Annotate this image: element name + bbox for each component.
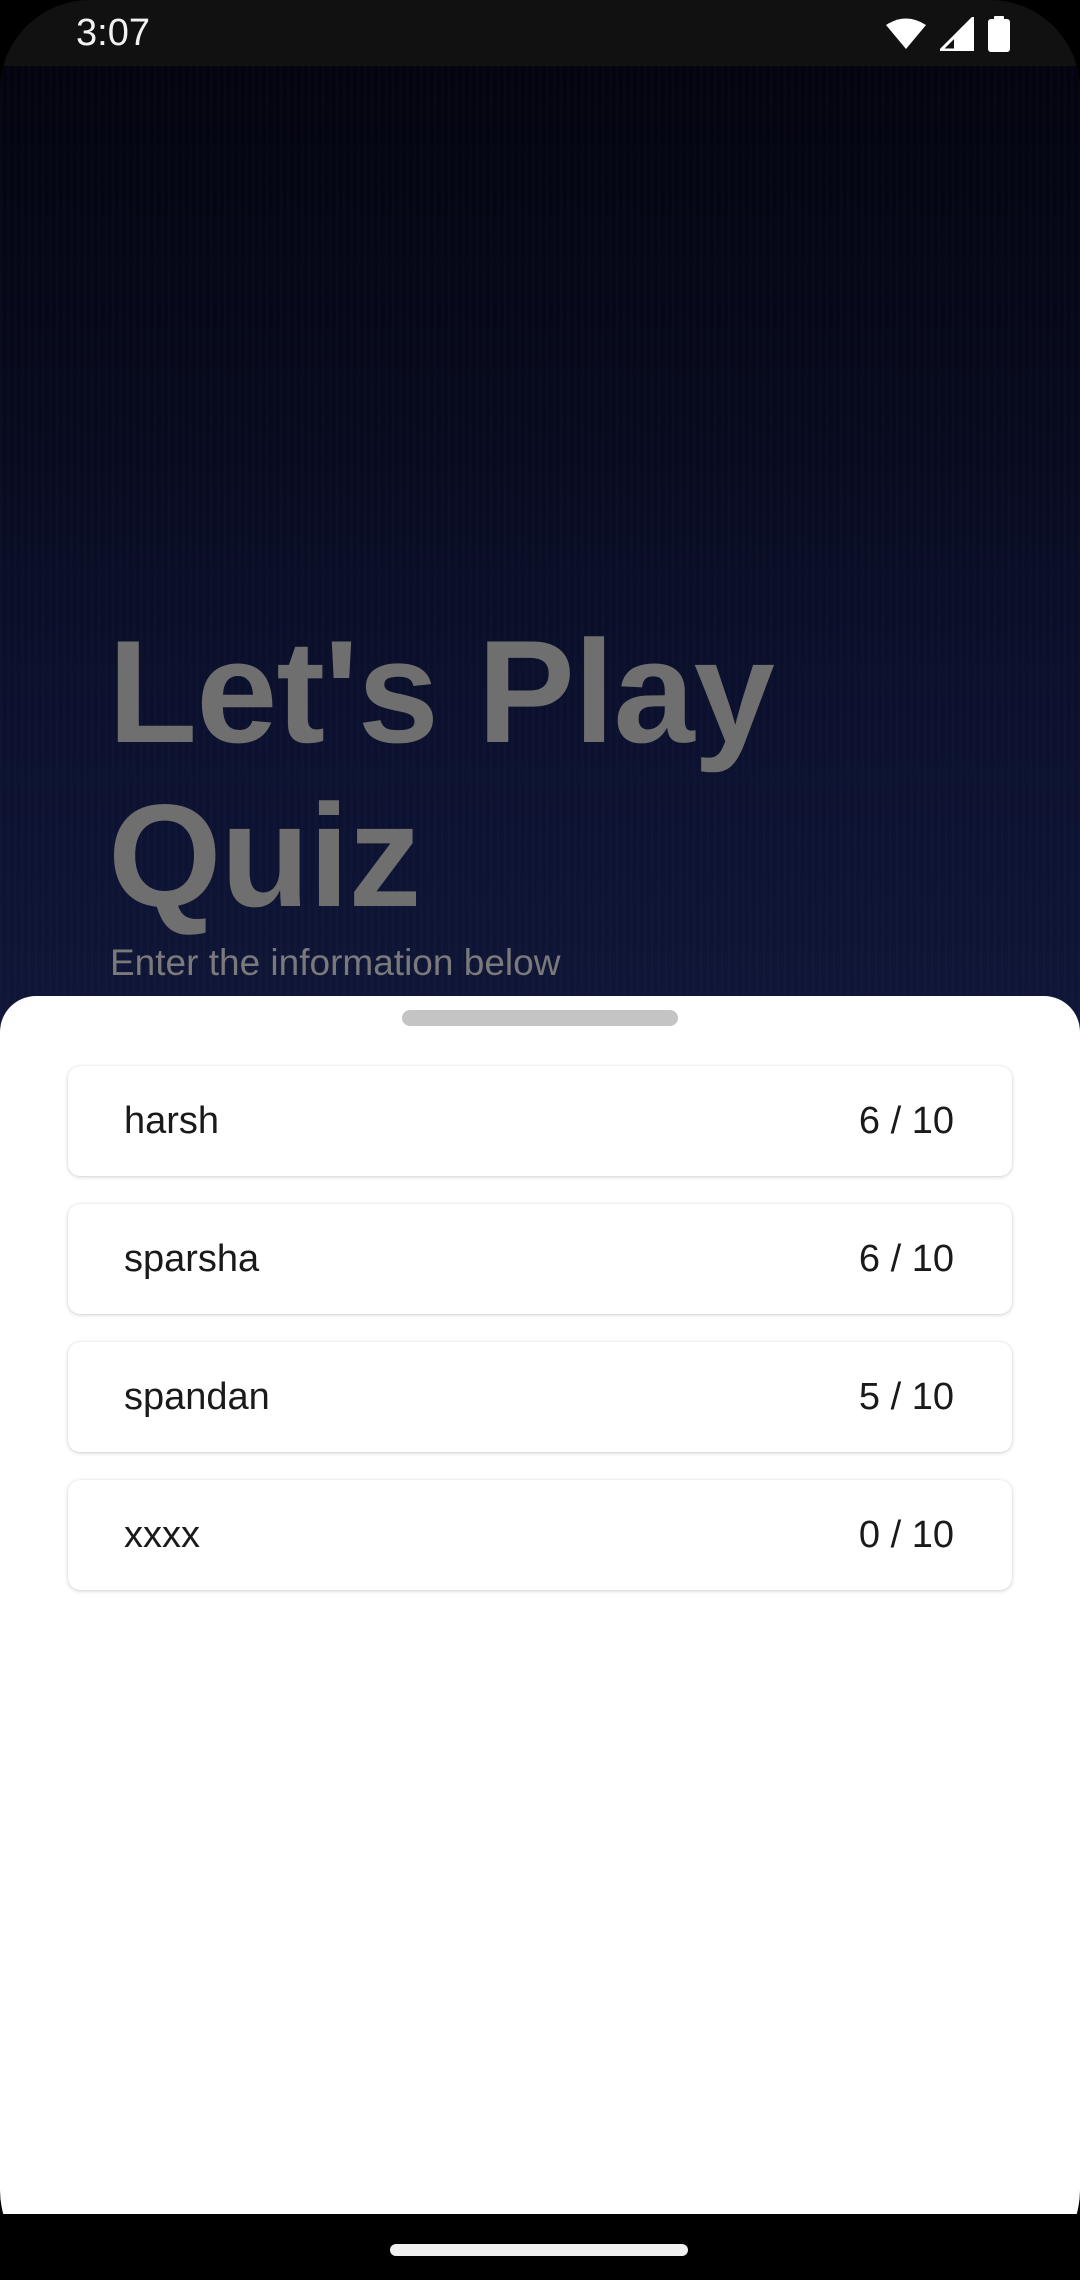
score-row[interactable]: spandan 5 / 10 [68,1342,1012,1452]
player-score: 6 / 10 [858,1237,954,1280]
player-name: harsh [124,1099,220,1142]
player-score: 6 / 10 [858,1099,954,1142]
cellular-signal-icon [940,17,974,51]
player-score: 5 / 10 [858,1375,954,1418]
score-row[interactable]: sparsha 6 / 10 [68,1204,1012,1314]
status-bar: 3:07 [0,0,1080,66]
player-score: 0 / 10 [858,1513,954,1556]
hero-subtitle: Enter the information below [110,942,561,983]
battery-icon [988,16,1010,52]
score-list: harsh 6 / 10 sparsha 6 / 10 spandan 5 / … [68,1066,1012,1618]
hero-title: Let's Play Quiz [108,610,775,937]
home-indicator[interactable] [390,2244,688,2256]
phone-screen: 3:07 Let's Play Quiz Enter the informati… [0,0,1080,2280]
drag-handle[interactable] [402,1010,678,1026]
player-name: xxxx [124,1513,200,1556]
player-name: spandan [124,1375,270,1418]
score-row[interactable]: xxxx 0 / 10 [68,1480,1012,1590]
wifi-icon [886,18,926,49]
player-name: sparsha [124,1237,260,1280]
scores-bottom-sheet[interactable]: harsh 6 / 10 sparsha 6 / 10 spandan 5 / … [0,996,1080,2214]
score-row[interactable]: harsh 6 / 10 [68,1066,1012,1176]
navigation-bar [0,2214,1080,2280]
status-time: 3:07 [76,12,150,54]
status-icons [886,14,1010,54]
